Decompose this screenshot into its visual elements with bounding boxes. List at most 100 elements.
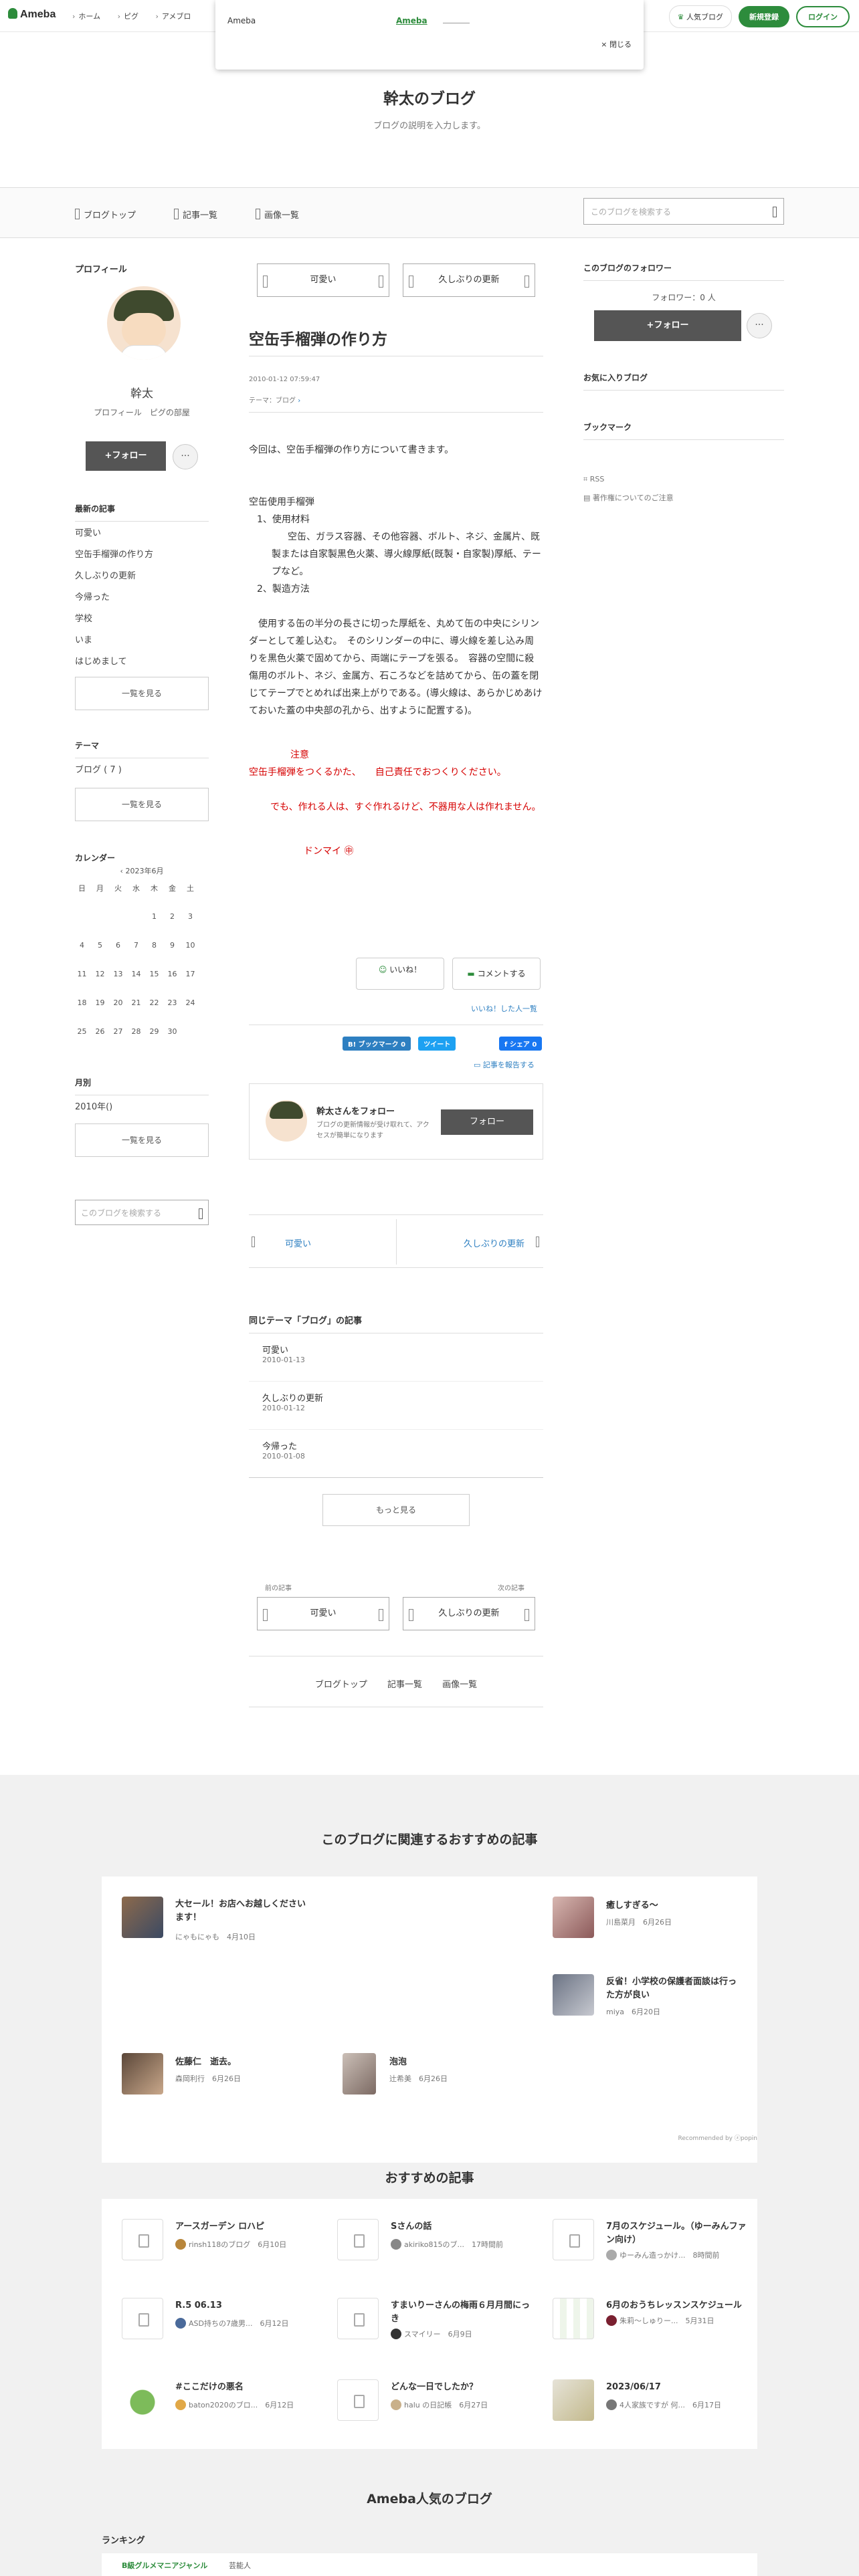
blog-search-input[interactable]: このブログを検索する — [583, 198, 784, 225]
profile-heading: プロフィール — [75, 265, 127, 275]
chevron-left-icon — [252, 1237, 255, 1247]
header-actions: ♛ 人気ブログ 新規登録 ログイン — [668, 5, 850, 28]
monthly-heading: 月別 — [75, 1077, 209, 1095]
nav-blog-top[interactable]: ブログトップ — [75, 208, 136, 221]
blog-title[interactable]: 幹太のブログ — [0, 86, 859, 108]
follow-card-button[interactable]: フォロー — [441, 1109, 533, 1135]
dialog-link[interactable]: Ameba — [396, 16, 427, 25]
next-article-button[interactable]: 久しぶりの更新 — [403, 263, 535, 297]
follow-button[interactable]: +フォロー — [594, 310, 741, 341]
list-item[interactable]: 久しぶりの更新 2010-01-12 — [249, 1382, 543, 1430]
popular-heading: Ameba人気のブログ — [367, 2492, 492, 2506]
signup-button[interactable]: 新規登録 — [739, 6, 789, 27]
prev-article-button[interactable]: 可愛い — [257, 1597, 389, 1630]
document-icon — [553, 2219, 594, 2260]
recent-more-button[interactable]: 一覧を見る — [75, 677, 209, 710]
blog-description: ブログの説明を入力します。 — [373, 121, 486, 131]
login-button[interactable]: ログイン — [796, 6, 850, 27]
list-item[interactable]: 今帰った — [75, 587, 209, 609]
tab-celebrity[interactable]: 芸能人 — [229, 2560, 251, 2571]
article-title: 空缶手榴弾の作り方 — [249, 331, 387, 348]
list-item[interactable]: はじめまして — [75, 651, 209, 673]
follow-card: 幹太さんをフォロー ブログの更新情報が受け取れて、アクセスが簡単になります フォ… — [249, 1083, 543, 1160]
tab-gourmet[interactable]: B級グルメマニアジャンル — [122, 2560, 207, 2571]
nav-pigg[interactable]: ピグ — [118, 12, 138, 21]
comment-button[interactable]: ▬ コメントする — [452, 958, 541, 990]
list-item[interactable]: 学校 — [75, 609, 209, 630]
avatar[interactable] — [107, 286, 181, 360]
recommend-credit: Recommended by ⓩpopin — [678, 2135, 757, 2142]
followers-count[interactable]: フォロワー：0 人 — [583, 292, 784, 303]
bottom-nav-list[interactable]: 記事一覧 — [387, 1680, 422, 1690]
calendar-heading: カレンダー — [75, 853, 116, 863]
profile-links[interactable]: プロフィール ピグの部屋 — [75, 407, 209, 418]
article-date: 2010-01-12 07:59:47 — [249, 376, 320, 383]
theme-more-button[interactable]: 一覧を見る — [75, 788, 209, 821]
document-icon — [337, 2379, 379, 2421]
report-link[interactable]: ▭ 記事を報告する — [474, 1059, 535, 1070]
article-pager: 可愛い 久しぶりの更新 — [249, 1214, 543, 1268]
next-article-button[interactable]: 久しぶりの更新 — [403, 1597, 535, 1630]
bookmark-button[interactable]: B! ブックマーク 0 — [343, 1037, 411, 1051]
dialog-close-button[interactable]: × 閉じる — [601, 39, 632, 49]
theme-item[interactable]: ブログ ( 7 ) — [75, 762, 122, 775]
favorites-heading: お気に入りブログ — [583, 372, 784, 391]
ranking-tabs: B級グルメマニアジャンル 芸能人 — [102, 2553, 757, 2576]
crown-icon: ♛ — [677, 13, 684, 21]
same-theme-list: 可愛い 2010-01-13 久しぶりの更新 2010-01-12 今帰った 2010… — [249, 1333, 543, 1478]
monthly-more-button[interactable]: 一覧を見る — [75, 1123, 209, 1157]
list-item[interactable]: 可愛い 2010-01-13 — [249, 1333, 543, 1382]
bottom-nav-top[interactable]: ブログトップ — [315, 1680, 367, 1690]
pager-prev-link[interactable]: 可愛い — [249, 1237, 311, 1249]
list-item[interactable]: 可愛い — [75, 523, 209, 544]
document-icon — [122, 2219, 163, 2260]
ameba-logo[interactable]: Ameba — [8, 8, 56, 21]
theme-heading: テーマ — [75, 740, 209, 758]
search-icon — [773, 207, 777, 217]
more-options-button[interactable]: ··· — [173, 444, 198, 469]
nav-home[interactable]: ホーム — [72, 12, 100, 21]
rss-icon: ⌗ — [583, 475, 588, 484]
chevron-right-icon — [536, 1237, 539, 1247]
nav-image-list[interactable]: 画像一覧 — [256, 208, 299, 221]
side-search-input[interactable]: このブログを検索する — [75, 1200, 209, 1225]
bookmark-heading: ブックマーク — [583, 421, 784, 440]
ranking-heading: ランキング — [102, 2536, 145, 2546]
bottom-nav-images[interactable]: 画像一覧 — [442, 1680, 477, 1690]
pager-next-link[interactable]: 久しぶりの更新 — [464, 1237, 539, 1249]
list-item[interactable]: いま — [75, 630, 209, 651]
like-button[interactable]: ☺ いいね！ — [356, 958, 444, 990]
nav-article-list[interactable]: 記事一覧 — [174, 208, 217, 221]
monthly-item[interactable]: 2010年() — [75, 1099, 112, 1112]
liked-users-link[interactable]: いいね！した人一覧 — [471, 1003, 537, 1014]
calendar-table: 日月火水木金土 123 4 5 6 7 8 9 10 11 12 13 14 15 16 17 18 19… — [77, 883, 195, 1037]
tweet-button[interactable]: ツイート — [418, 1037, 456, 1051]
more-options-button[interactable]: ··· — [747, 313, 772, 338]
document-icon — [122, 2298, 163, 2339]
article-theme[interactable]: テーマ：ブログ › — [249, 395, 300, 405]
next-label: 次の記事 — [498, 1585, 524, 1592]
emoji-icon: ㊥ — [344, 846, 354, 857]
same-theme-heading: 同じテーマ「ブログ」の記事 — [249, 1313, 543, 1333]
recent-heading: 最新の記事 — [75, 503, 209, 522]
related-box: 大セール！お店へお越しくださいます！ にゃもにゃも 4月10日 癒しすぎる〜 川島菜… — [102, 1876, 757, 2163]
list-item[interactable]: 久しぶりの更新 — [75, 566, 209, 587]
recommend-heading: おすすめの記事 — [385, 2171, 474, 2185]
profile-name: 幹太 — [130, 387, 153, 401]
prev-article-button[interactable]: 可愛い — [257, 263, 389, 297]
comment-icon: ▬ — [467, 969, 475, 978]
list-item[interactable]: 今帰った 2010-01-08 — [249, 1430, 543, 1478]
follow-button[interactable]: +フォロー — [86, 441, 166, 471]
ameba-logo-icon — [8, 8, 17, 19]
more-button[interactable]: もっと見る — [322, 1494, 470, 1526]
recommend-box: アースガーデン ロハピ rinsh118のブログ 6月10日 Sさんの話 akiri… — [102, 2199, 757, 2449]
recent-list: 可愛い 空缶手榴弾の作り方 久しぶりの更新 今帰った 学校 いま はじめまして — [75, 523, 209, 673]
popular-blog-link[interactable]: ♛ 人気ブログ — [668, 5, 732, 28]
overlay-dialog: Ameba Ameba × 閉じる — [215, 0, 644, 70]
facebook-share-button[interactable]: f シェア 0 — [499, 1037, 543, 1051]
nav-ameblo[interactable]: アメブロ — [155, 12, 191, 21]
rss-link[interactable]: ⌗ RSS — [583, 475, 604, 484]
list-item[interactable]: 空缶手榴弾の作り方 — [75, 544, 209, 566]
article-body: 今回は、空缶手榴弾の作り方について書きます。 空缶使用手榴弾 1、使用材料 空缶… — [249, 445, 543, 857]
copyright-link[interactable]: ▤ 著作権についてのご注意 — [583, 492, 674, 503]
